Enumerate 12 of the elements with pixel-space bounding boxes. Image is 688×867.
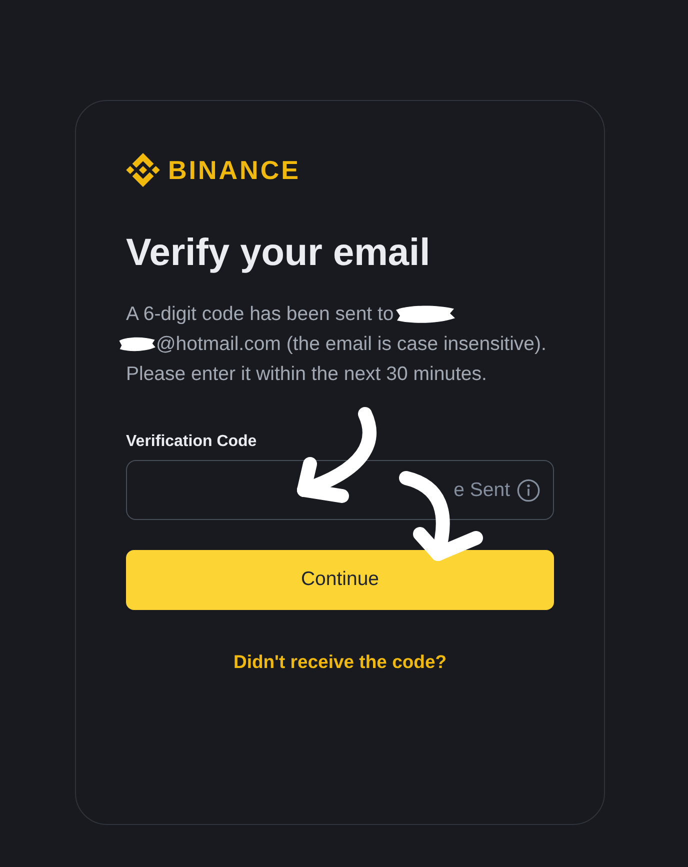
message-text: @hotmail.com (the email is case insensitive). — [156, 332, 546, 357]
code-status-text: e Sent — [454, 478, 510, 502]
page-title: Verify your email — [126, 231, 432, 275]
continue-button[interactable]: Continue — [126, 550, 554, 610]
logo-wordmark: BINANCE — [168, 154, 300, 187]
info-icon[interactable] — [517, 478, 540, 502]
diamond-logo-icon — [126, 153, 160, 187]
field-label: Verification Code — [126, 432, 258, 452]
resend-code-link[interactable]: Didn't receive the code? — [233, 650, 447, 674]
message-text: A 6-digit code has been sent to — [126, 302, 394, 327]
code-input-field[interactable]: e Sent — [126, 460, 554, 520]
message-text: Please enter it within the next 30 minutes. — [126, 362, 487, 387]
